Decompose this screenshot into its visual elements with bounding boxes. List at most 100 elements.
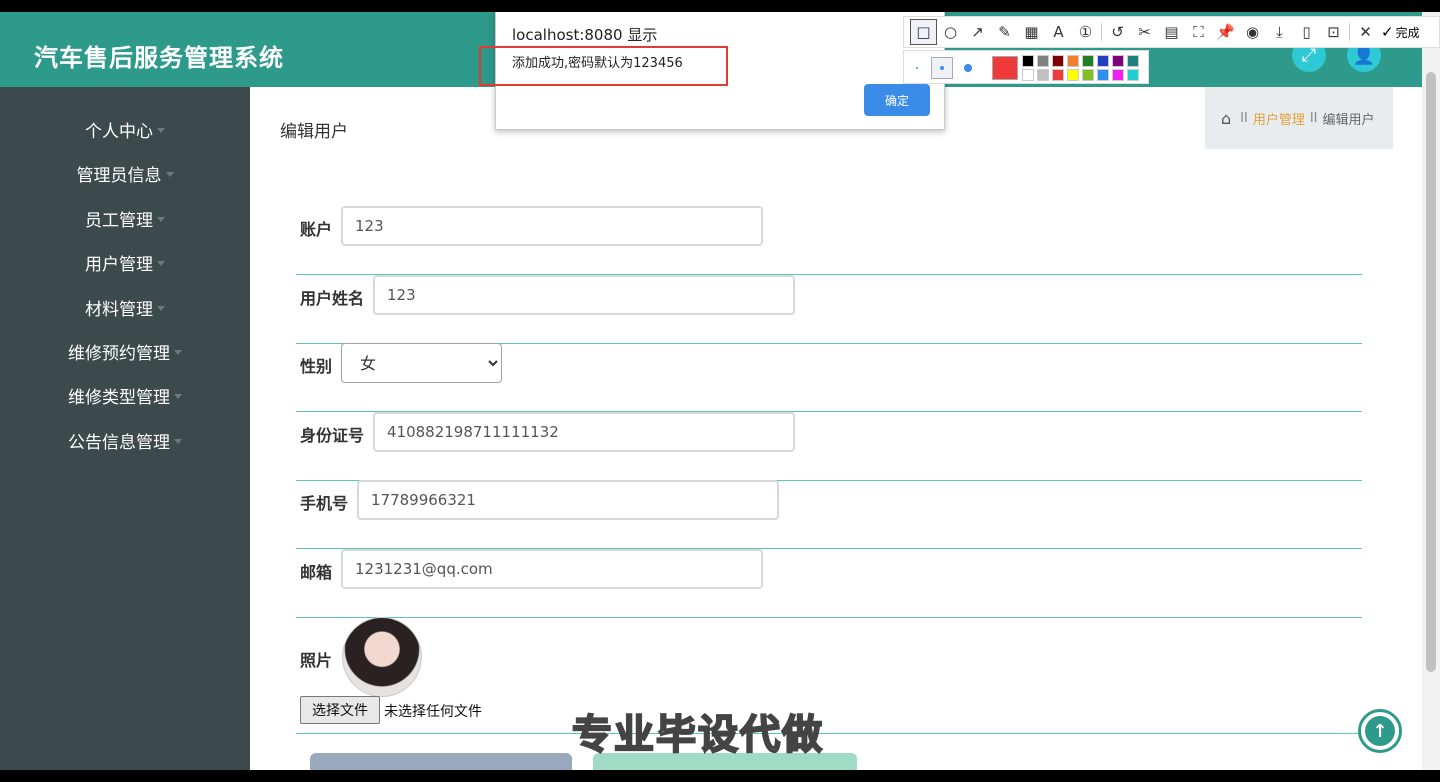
color-swatch[interactable] xyxy=(1022,69,1034,81)
caret-down-icon xyxy=(157,216,165,222)
gender-select[interactable]: 女 xyxy=(341,343,502,383)
phone-icon[interactable]: ▯ xyxy=(1293,19,1320,45)
breadcrumb-separator: II xyxy=(1240,110,1248,126)
color-swatch[interactable] xyxy=(1067,55,1079,67)
back-to-top-button[interactable]: ↑ xyxy=(1358,709,1402,753)
download-icon[interactable]: ⤓ xyxy=(1266,19,1293,45)
sidebar-item-notices[interactable]: 公告信息管理 xyxy=(0,418,250,462)
app-title: 汽车售后服务管理系统 xyxy=(34,44,284,72)
color-swatch[interactable] xyxy=(1022,55,1034,67)
form-row-idcard: 身份证号 xyxy=(296,412,1362,481)
rectangle-tool-icon[interactable]: □ xyxy=(910,19,937,45)
caret-down-icon xyxy=(174,349,182,355)
pin-icon[interactable]: 📌 xyxy=(1212,19,1239,45)
color-swatch[interactable] xyxy=(1097,55,1109,67)
record-icon[interactable]: ◉ xyxy=(1239,19,1266,45)
arrow-tool-icon[interactable]: ↗ xyxy=(964,19,991,45)
pencil-tool-icon[interactable]: ✎ xyxy=(991,19,1018,45)
page-title: 编辑用户 xyxy=(280,122,348,142)
caret-down-icon xyxy=(174,438,182,444)
breadcrumb-current: 编辑用户 xyxy=(1322,112,1375,128)
phone-label: 手机号 xyxy=(300,494,349,513)
color-swatch[interactable] xyxy=(1082,55,1094,67)
sidebar-item-label: 用户管理 xyxy=(85,254,153,275)
sidebar: 个人中心 管理员信息 员工管理 用户管理 材料管理 维修预约管理 维修类型管理 … xyxy=(0,87,250,770)
current-color-swatch[interactable] xyxy=(992,56,1018,80)
submit-button[interactable] xyxy=(310,753,572,770)
sidebar-item-materials[interactable]: 材料管理 xyxy=(0,285,250,329)
arrow-up-icon: ↑ xyxy=(1365,716,1395,746)
size-medium-dot xyxy=(940,66,944,70)
caret-down-icon xyxy=(157,127,165,133)
phone-input[interactable] xyxy=(357,480,779,520)
gender-label: 性别 xyxy=(300,357,333,376)
breadcrumb-separator: II xyxy=(1309,110,1318,126)
dialog-ok-button[interactable]: 确定 xyxy=(864,84,930,116)
color-swatch[interactable] xyxy=(1037,55,1049,67)
browser-viewport: 汽车售后服务管理系统 ⤢ 👤 个人中心 管理员信息 员工管理 用户管理 材料管理… xyxy=(0,12,1440,770)
form-row-phone: 手机号 xyxy=(296,480,1362,549)
scan-icon[interactable]: ⛶ xyxy=(1185,19,1212,45)
undo-icon[interactable]: ↺ xyxy=(1104,19,1131,45)
photo-label: 照片 xyxy=(300,651,333,670)
choose-file-button[interactable]: 选择文件 xyxy=(300,696,380,724)
color-swatch[interactable] xyxy=(1112,55,1124,67)
divider xyxy=(296,733,1362,734)
color-swatch[interactable] xyxy=(1112,69,1124,81)
sidebar-item-label: 管理员信息 xyxy=(76,165,162,186)
color-swatch[interactable] xyxy=(1037,69,1049,81)
toolbar-separator xyxy=(1349,23,1350,41)
caret-down-icon xyxy=(157,305,165,311)
color-swatch[interactable] xyxy=(1067,69,1079,81)
toolbar-separator xyxy=(1101,23,1102,41)
caret-down-icon xyxy=(174,393,182,399)
color-swatch[interactable] xyxy=(1097,69,1109,81)
file-status: 未选择任何文件 xyxy=(384,704,482,720)
annotation-rectangle xyxy=(479,46,728,86)
scrollbar[interactable] xyxy=(1422,12,1440,770)
color-swatch[interactable] xyxy=(1052,69,1064,81)
scrollbar-thumb[interactable] xyxy=(1426,72,1436,672)
caret-down-icon xyxy=(165,171,174,177)
home-icon[interactable]: ⌂ xyxy=(1221,109,1231,128)
sidebar-item-label: 维修类型管理 xyxy=(68,387,170,408)
sidebar-item-label: 员工管理 xyxy=(85,210,153,231)
mosaic-tool-icon[interactable]: ▦ xyxy=(1018,19,1045,45)
username-input[interactable] xyxy=(373,275,795,315)
sidebar-item-users[interactable]: 用户管理 xyxy=(0,240,250,284)
email-input[interactable] xyxy=(341,549,763,589)
sidebar-item-repair-types[interactable]: 维修类型管理 xyxy=(0,373,250,417)
avatar-photo xyxy=(342,617,422,697)
sidebar-item-admin-info[interactable]: 管理员信息 xyxy=(0,151,250,195)
ellipse-tool-icon[interactable]: ○ xyxy=(937,19,964,45)
sidebar-item-personal-center[interactable]: 个人中心 xyxy=(0,107,250,151)
close-icon[interactable]: ✕ xyxy=(1352,19,1379,45)
form-row-email: 邮箱 xyxy=(296,549,1362,618)
size-large-option[interactable] xyxy=(964,64,972,72)
sidebar-item-staff[interactable]: 员工管理 xyxy=(0,196,250,240)
watermark: 专业毕设代做 xyxy=(571,711,824,759)
form-row-username: 用户姓名 xyxy=(296,275,1362,344)
ocr-icon[interactable]: ▤ xyxy=(1158,19,1185,45)
idcard-label: 身份证号 xyxy=(300,426,365,445)
account-input[interactable] xyxy=(341,206,763,246)
text-tool-icon[interactable]: A xyxy=(1045,19,1072,45)
sidebar-item-label: 维修预约管理 xyxy=(68,343,170,364)
cut-icon[interactable]: ✂ xyxy=(1131,19,1158,45)
caret-down-icon xyxy=(157,260,165,266)
bookmark-icon[interactable]: ⊡ xyxy=(1320,19,1347,45)
account-label: 账户 xyxy=(300,220,333,239)
check-icon: ✓ xyxy=(1381,23,1394,41)
size-small-option[interactable] xyxy=(916,67,918,69)
color-swatch[interactable] xyxy=(1052,55,1064,67)
sidebar-item-repair-booking[interactable]: 维修预约管理 xyxy=(0,329,250,373)
screenshot-toolbar: □ ○ ↗ ✎ ▦ A ① ↺ ✂ ▤ ⛶ 📌 ◉ ⤓ ▯ ⊡ ✕ ✓ 完成 xyxy=(903,16,1440,48)
color-swatch[interactable] xyxy=(1127,69,1139,81)
number-tool-icon[interactable]: ① xyxy=(1072,19,1099,45)
color-swatch[interactable] xyxy=(1127,55,1139,67)
color-swatch[interactable] xyxy=(1082,69,1094,81)
done-button[interactable]: ✓ 完成 xyxy=(1381,23,1420,41)
breadcrumb-link-users[interactable]: 用户管理 xyxy=(1253,109,1305,128)
idcard-input[interactable] xyxy=(373,412,795,452)
form-row-account: 账户 xyxy=(296,206,1362,275)
